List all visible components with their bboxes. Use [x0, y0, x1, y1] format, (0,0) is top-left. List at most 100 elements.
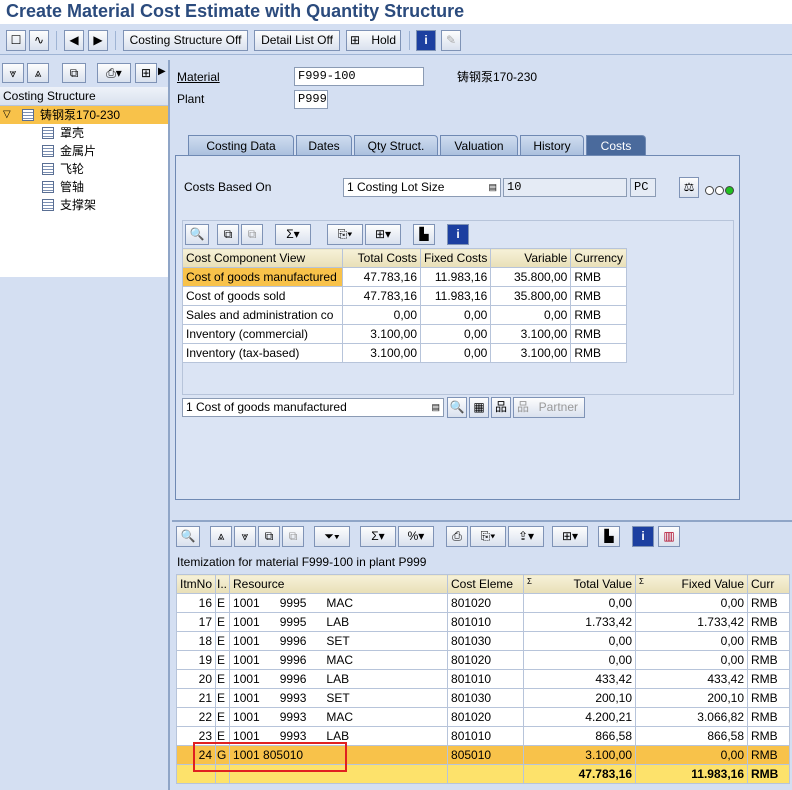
costs-based-on-select[interactable]: 1 Costing Lot Size ▤: [343, 178, 501, 197]
more-arrow-icon[interactable]: ▶: [158, 66, 166, 77]
collapse-node-icon[interactable]: ▽: [3, 106, 11, 124]
sort-descending-icon[interactable]: ⩔: [234, 526, 256, 547]
table-cell: 18: [175, 631, 217, 651]
layout-icon[interactable]: ⊞▾: [552, 526, 588, 547]
find-icon[interactable]: ⧉: [258, 526, 280, 547]
table-cell: RMB: [747, 669, 791, 689]
table-row[interactable]: 24 G 1001 805010 805010 3.100,00 0,00 RMB: [175, 745, 791, 765]
tab-dates[interactable]: Dates: [296, 135, 352, 156]
cost-value-cell: 35.800,00: [490, 267, 572, 287]
export-icon[interactable]: ⎘▾: [327, 224, 363, 245]
sum-icon[interactable]: Σ▾: [275, 224, 311, 245]
cost-row[interactable]: Sales and administration co 0,00 0,00 0,00 R…: [182, 305, 628, 325]
table-row[interactable]: 16 E 1001 9995 MAC 801020 0,00 0,00 RMB: [175, 593, 791, 613]
new-document-icon[interactable]: ☐: [6, 30, 26, 51]
col-currency[interactable]: Curr: [747, 574, 791, 594]
application-toolbar: ☐ ∿ ◀ ▶ Costing Structure Off Detail Lis…: [0, 27, 792, 55]
col-cost-component-view[interactable]: Cost Component View: [182, 248, 343, 268]
table-cell: E: [215, 669, 231, 689]
cost-display-icon[interactable]: ⚖: [679, 177, 699, 198]
col-cost-element[interactable]: Cost Eleme: [447, 574, 525, 594]
table-row[interactable]: 21 E 1001 9993 SET 801030 200,10 200,10 RMB: [175, 688, 791, 708]
table-row[interactable]: 22 E 1001 9993 MAC 801020 4.200,21 3.066,82 RM…: [175, 707, 791, 727]
info-icon[interactable]: i: [632, 526, 654, 547]
table-view-icon[interactable]: ▦: [469, 397, 489, 418]
find-icon[interactable]: ⧉: [217, 224, 239, 245]
export-icon[interactable]: ⇪▾: [508, 526, 544, 547]
details-icon[interactable]: 🔍: [185, 224, 209, 245]
tab-costs[interactable]: Costs: [586, 135, 646, 156]
table-cell: 1001 9993 LAB: [229, 726, 449, 746]
table-cell: RMB: [747, 650, 791, 670]
cost-row[interactable]: Inventory (commercial) 3.100,00 0,00 3.100,…: [182, 324, 628, 344]
tree-root-node[interactable]: ▽ 铸钢泵170-230: [0, 106, 168, 124]
col-variable[interactable]: Variable: [490, 248, 572, 268]
dropdown-icon[interactable]: ▤: [488, 179, 497, 196]
table-cell: RMB: [747, 688, 791, 708]
tab-qty-struct[interactable]: Qty Struct.: [354, 135, 438, 156]
print-icon[interactable]: ⎙: [446, 526, 468, 547]
abc-analysis-icon[interactable]: ▥: [658, 526, 680, 547]
cost-value-cell: RMB: [570, 305, 628, 325]
table-row[interactable]: 17 E 1001 9995 LAB 801010 1.733,42 1.733,42 RM…: [175, 612, 791, 632]
table-row[interactable]: 18 E 1001 9996 SET 801030 0,00 0,00 RMB: [175, 631, 791, 651]
tab-history[interactable]: History: [520, 135, 584, 156]
table-cell: RMB: [747, 631, 791, 651]
find-icon[interactable]: ⧉: [62, 63, 86, 83]
hold-button[interactable]: ⊞ Hold: [346, 30, 401, 51]
col-item-number[interactable]: ItmNo: [175, 574, 217, 594]
material-field[interactable]: F999-100: [294, 67, 424, 86]
other-estimate-icon[interactable]: ∿: [29, 30, 49, 51]
collapse-all-icon[interactable]: ⩓: [27, 63, 49, 83]
cost-view-select[interactable]: 1 Cost of goods manufactured ▤: [182, 398, 444, 417]
tree-child-node[interactable]: 管轴: [0, 178, 168, 196]
tree-child-node[interactable]: 金属片: [0, 142, 168, 160]
cost-component-cell: Cost of goods manufactured: [182, 267, 343, 287]
layout-icon[interactable]: ⊞: [135, 63, 157, 83]
hierarchy-icon[interactable]: 品: [491, 397, 511, 418]
table-cell: 19: [175, 650, 217, 670]
fixed-value-cell: 11.983,16: [635, 764, 749, 784]
next-icon[interactable]: ▶: [88, 30, 108, 51]
tree-child-node[interactable]: 支撑架: [0, 196, 168, 214]
info-icon[interactable]: i: [447, 224, 469, 245]
plant-field[interactable]: P999: [294, 90, 328, 109]
cost-row[interactable]: Cost of goods manufactured 47.783,16 11.98…: [182, 267, 628, 287]
print-icon[interactable]: ⎙▾: [97, 63, 131, 83]
col-resource[interactable]: Resource: [229, 574, 449, 594]
detail-list-off-button[interactable]: Detail List Off: [254, 30, 340, 51]
filter-icon[interactable]: ⏷▾: [314, 526, 350, 547]
col-total-value[interactable]: Σ Total Value: [523, 574, 637, 594]
expand-all-icon[interactable]: ⩔: [2, 63, 24, 83]
col-fixed-value[interactable]: Σ Fixed Value: [635, 574, 749, 594]
info-icon[interactable]: i: [416, 30, 436, 51]
subtotal-icon[interactable]: %▾: [398, 526, 434, 547]
views-icon[interactable]: ⎘▾: [470, 526, 506, 547]
chart-icon[interactable]: ▙: [598, 526, 620, 547]
col-item-category[interactable]: I..: [215, 574, 231, 594]
layout-icon[interactable]: ⊞▾: [365, 224, 401, 245]
view-details-icon[interactable]: 🔍: [447, 397, 467, 418]
table-cell: 23: [175, 726, 217, 746]
tab-costing-data[interactable]: Costing Data: [188, 135, 294, 156]
table-row[interactable]: 19 E 1001 9996 MAC 801020 0,00 0,00 RMB: [175, 650, 791, 670]
cost-row[interactable]: Inventory (tax-based) 3.100,00 0,00 3.100,0…: [182, 343, 628, 363]
tree-child-node[interactable]: 飞轮: [0, 160, 168, 178]
table-row[interactable]: 23 E 1001 9993 LAB 801010 866,58 866,58 RMB: [175, 726, 791, 746]
table-cell: E: [215, 631, 231, 651]
tree-child-node[interactable]: 罩壳: [0, 124, 168, 142]
sum-icon[interactable]: Σ▾: [360, 526, 396, 547]
table-row[interactable]: 20 E 1001 9996 LAB 801010 433,42 433,42 RMB: [175, 669, 791, 689]
sort-ascending-icon[interactable]: ⩓: [210, 526, 232, 547]
chart-icon[interactable]: ▙: [413, 224, 435, 245]
costing-structure-off-button[interactable]: Costing Structure Off: [123, 30, 248, 51]
col-currency[interactable]: Currency: [570, 248, 628, 268]
details-icon[interactable]: 🔍: [176, 526, 200, 547]
col-fixed-costs[interactable]: Fixed Costs: [419, 248, 492, 268]
col-total-costs[interactable]: Total Costs: [342, 248, 421, 268]
table-cell: 801020: [447, 593, 525, 613]
previous-icon[interactable]: ◀: [64, 30, 84, 51]
tab-valuation[interactable]: Valuation: [440, 135, 518, 156]
dropdown-icon[interactable]: ▤: [431, 399, 440, 416]
cost-row[interactable]: Cost of goods sold 47.783,16 11.983,16 35.8…: [182, 286, 628, 306]
